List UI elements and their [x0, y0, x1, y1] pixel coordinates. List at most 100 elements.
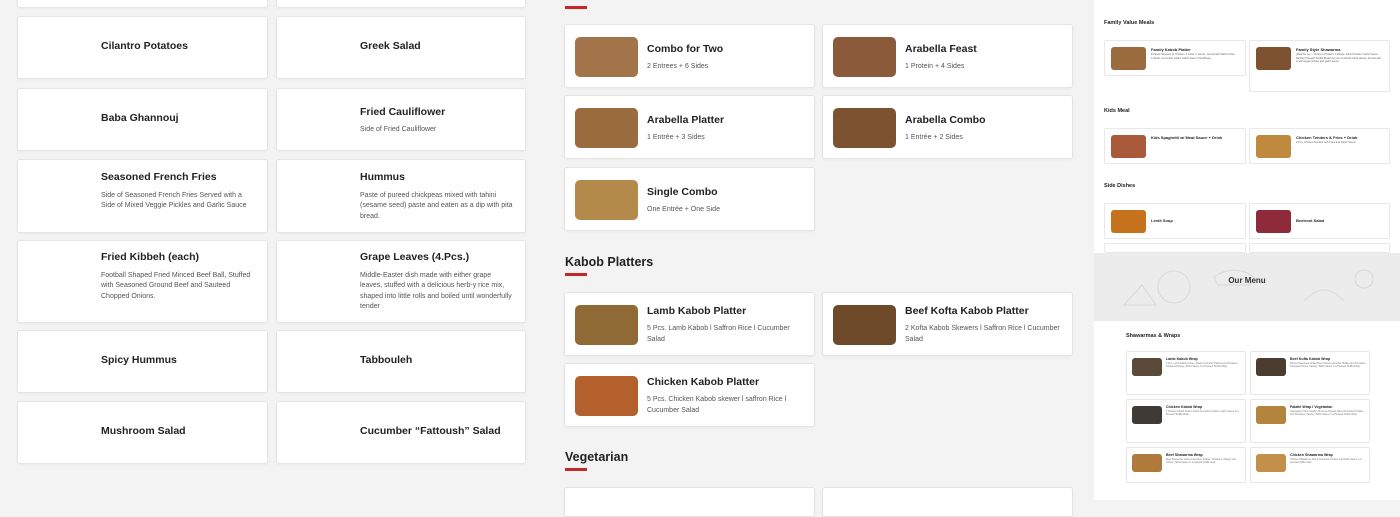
veg-card-partial-2[interactable]	[822, 487, 1073, 517]
item-description: (Ideal for 4+) – Choice of Protein, 4 Wr…	[1296, 53, 1382, 64]
item-description: 1 Entrée + 2 Sides	[905, 134, 963, 141]
item-title: Kids Spaghetti w/ Meat Sauce + Drink	[1151, 135, 1223, 140]
item-title: Chicken Kabob Platter	[647, 376, 760, 388]
section-title-family: Family Value Meals	[1104, 20, 1155, 26]
food-image	[1256, 454, 1286, 472]
menu-card-tabbouleh[interactable]: Tabbouleh	[276, 330, 526, 393]
wrap-card-beef-shawarma[interactable]: Beef Shawarma Wrap Beef Shawarma, Diced …	[1126, 447, 1246, 483]
item-description: Chicken Shawarma, Diced Cucumber Pickles…	[1290, 458, 1362, 465]
banner-title: Our Menu	[1228, 276, 1266, 285]
item-description: Vegetarian 5 Pcs. Falafel, Hummus Spread…	[1290, 410, 1364, 417]
item-title: Chicken Shawarma Wrap	[1290, 453, 1333, 457]
item-description: 2 Pcs. Chicken Tenders with Fries and Ga…	[1296, 141, 1356, 144]
menu-card-grape-leaves[interactable]: Grape Leaves (4.Pcs.) Middle-Easter dish…	[276, 240, 526, 323]
kids-card-spaghetti[interactable]: Kids Spaghetti w/ Meat Sauce + Drink	[1104, 128, 1246, 164]
food-image	[1111, 47, 1146, 70]
combo-card-combo-for-two[interactable]: Combo for Two 2 Entrees + 6 Sides	[564, 24, 815, 88]
item-description: Middle-Easter dish made with either grap…	[360, 272, 512, 310]
item-title: Greek Salad	[360, 40, 421, 52]
item-description: 1 Protein + 4 Sides	[905, 63, 965, 70]
item-title: Baba Ghannouj	[101, 112, 179, 124]
wrap-card-lamb-kabob[interactable]: Lamb Kabob Wrap 5 Pcs. Lamb Kabob Cubes,…	[1126, 351, 1246, 395]
side-card-lentil-soup[interactable]: Lentil Soup	[1104, 203, 1246, 239]
item-description: 2 Kofta Kabob Skewers l Saffron Rice l C…	[905, 325, 1060, 343]
food-image	[575, 376, 638, 416]
menu-card-hummus[interactable]: Hummus Paste of pureed chickpeas mixed w…	[276, 159, 526, 233]
food-image	[575, 305, 638, 345]
food-image	[1256, 47, 1291, 70]
item-title: Cilantro Potatoes	[101, 40, 188, 52]
family-card-kabob-platter[interactable]: Family Kabob Platter 8 Kabob Skewers (2 …	[1104, 40, 1246, 76]
item-title: Single Combo	[647, 186, 718, 198]
combo-card-arabella-feast[interactable]: Arabella Feast 1 Protein + 4 Sides	[822, 24, 1073, 88]
item-title: Lamb Kabob Wrap	[1166, 357, 1198, 361]
combo-card-single-combo[interactable]: Single Combo One Entrée + One Side	[564, 167, 815, 231]
family-card-style-shawarma[interactable]: Family Style Shawarma (Ideal for 4+) – C…	[1249, 40, 1390, 92]
wrap-card-beef-kofta-kabob[interactable]: Beef Kofta Kabob Wrap Minced Seasoned Gr…	[1250, 351, 1370, 395]
food-image	[1111, 210, 1146, 233]
item-title: Grape Leaves (4.Pcs.)	[360, 251, 470, 263]
menu-card-fried-kibbeh[interactable]: Fried Kibbeh (each) Football Shaped Frie…	[17, 240, 268, 323]
item-description: 5 Pcs. Lamb Kabob Cubes, Diced Cucumber …	[1166, 362, 1239, 369]
wrap-card-chicken-kabob[interactable]: Chicken Kabob Wrap 5 Chicken Kabob Cubes…	[1126, 399, 1246, 443]
kabob-card-lamb[interactable]: Lamb Kabob Platter 5 Pcs. Lamb Kabob l S…	[564, 292, 815, 356]
menu-card-greek-salad[interactable]: Greek Salad	[276, 16, 526, 79]
menu-card-mushroom-salad[interactable]: Mushroom Salad	[17, 401, 268, 464]
item-title: Beef Kofta Kabob Platter	[905, 305, 1029, 317]
item-title: Mushroom Salad	[101, 425, 186, 437]
food-image	[1256, 210, 1291, 233]
kids-card-chicken-tenders[interactable]: Chicken Tenders & Fries + Drink 2 Pcs. C…	[1249, 128, 1390, 164]
menu-card-fried-cauliflower[interactable]: Fried Cauliflower Side of Fried Cauliflo…	[276, 88, 526, 151]
menu-card-cilantro-potatoes[interactable]: Cilantro Potatoes	[17, 16, 268, 79]
item-title: Cucumber “Fattoush” Salad	[360, 425, 501, 437]
item-title: Beef Shawarma Wrap	[1166, 453, 1203, 457]
food-image	[1111, 135, 1146, 158]
section-title-vegetarian: Vegetarian	[565, 450, 629, 464]
our-menu-banner: Our Menu	[1094, 253, 1400, 321]
food-image	[833, 37, 896, 77]
menu-card-spicy-hummus[interactable]: Spicy Hummus	[17, 330, 268, 393]
menu-card-baba-ghannouj[interactable]: Baba Ghannouj	[17, 88, 268, 151]
wrap-card-chicken-shawarma[interactable]: Chicken Shawarma Wrap Chicken Shawarma, …	[1250, 447, 1370, 483]
section-title-kids: Kids Meal	[1104, 108, 1130, 114]
item-description: 2 Entrees + 6 Sides	[647, 63, 709, 70]
item-title: Arabella Combo	[905, 114, 986, 126]
section-underline	[565, 273, 587, 276]
food-image	[1256, 135, 1291, 158]
food-image	[1132, 406, 1162, 424]
section-title-kabob-platters: Kabob Platters	[565, 255, 654, 269]
item-title: Fried Kibbeh (each)	[101, 251, 200, 263]
menu-card-top-right-partial	[276, 0, 526, 8]
item-title: Lamb Kabob Platter	[647, 305, 747, 317]
food-image	[1132, 358, 1162, 376]
item-title: Lentil Soup	[1151, 218, 1173, 223]
kabob-card-beef-kofta[interactable]: Beef Kofta Kabob Platter 2 Kofta Kabob S…	[822, 292, 1073, 356]
food-image	[575, 37, 638, 77]
side-card-beetroot-salad[interactable]: Beetroot Salad	[1249, 203, 1390, 239]
item-title: Tabbouleh	[360, 354, 413, 366]
food-image	[575, 108, 638, 148]
item-title: Hummus	[360, 171, 405, 183]
item-description: Minced Seasoned Grilled Beef, Diced Cucu…	[1290, 362, 1366, 369]
item-title: Falafel Wrap l Vegetarian	[1290, 405, 1333, 409]
food-sketch-illustration	[1122, 269, 1374, 306]
item-title: Spicy Hummus	[101, 354, 177, 366]
item-description: Paste of pureed chickpeas mixed with tah…	[360, 192, 513, 220]
combo-card-arabella-platter[interactable]: Arabella Platter 1 Entrée + 3 Sides	[564, 95, 815, 159]
section-title-sides: Side Dishes	[1104, 183, 1136, 189]
item-description: 8 Kabob Skewers (2 Chicken, 4 Kofta, 2 L…	[1151, 53, 1236, 60]
item-description: One Entrée + One Side	[647, 206, 720, 213]
wrap-card-falafel[interactable]: Falafel Wrap l Vegetarian Vegetarian 5 P…	[1250, 399, 1370, 443]
combo-card-arabella-combo[interactable]: Arabella Combo 1 Entrée + 2 Sides	[822, 95, 1073, 159]
kabob-card-chicken[interactable]: Chicken Kabob Platter 5 Pcs. Chicken Kab…	[564, 363, 815, 427]
menu-card-seasoned-french-fries[interactable]: Seasoned French Fries Side of Seasoned F…	[17, 159, 268, 233]
item-description: Side of Seasoned French Fries Served wit…	[101, 192, 247, 210]
side-card-partial-2	[1249, 243, 1390, 253]
veg-card-partial-1[interactable]	[564, 487, 815, 517]
item-description: 5 Pcs. Chicken Kabob skewer l saffron Ri…	[647, 396, 787, 414]
menu-card-cucumber-fattoush-salad[interactable]: Cucumber “Fattoush” Salad	[276, 401, 526, 464]
item-title: Beetroot Salad	[1296, 218, 1325, 223]
item-description: Side of Fried Cauliflower	[360, 126, 437, 133]
item-title: Family Kabob Platter	[1151, 47, 1191, 52]
food-image	[1256, 406, 1286, 424]
